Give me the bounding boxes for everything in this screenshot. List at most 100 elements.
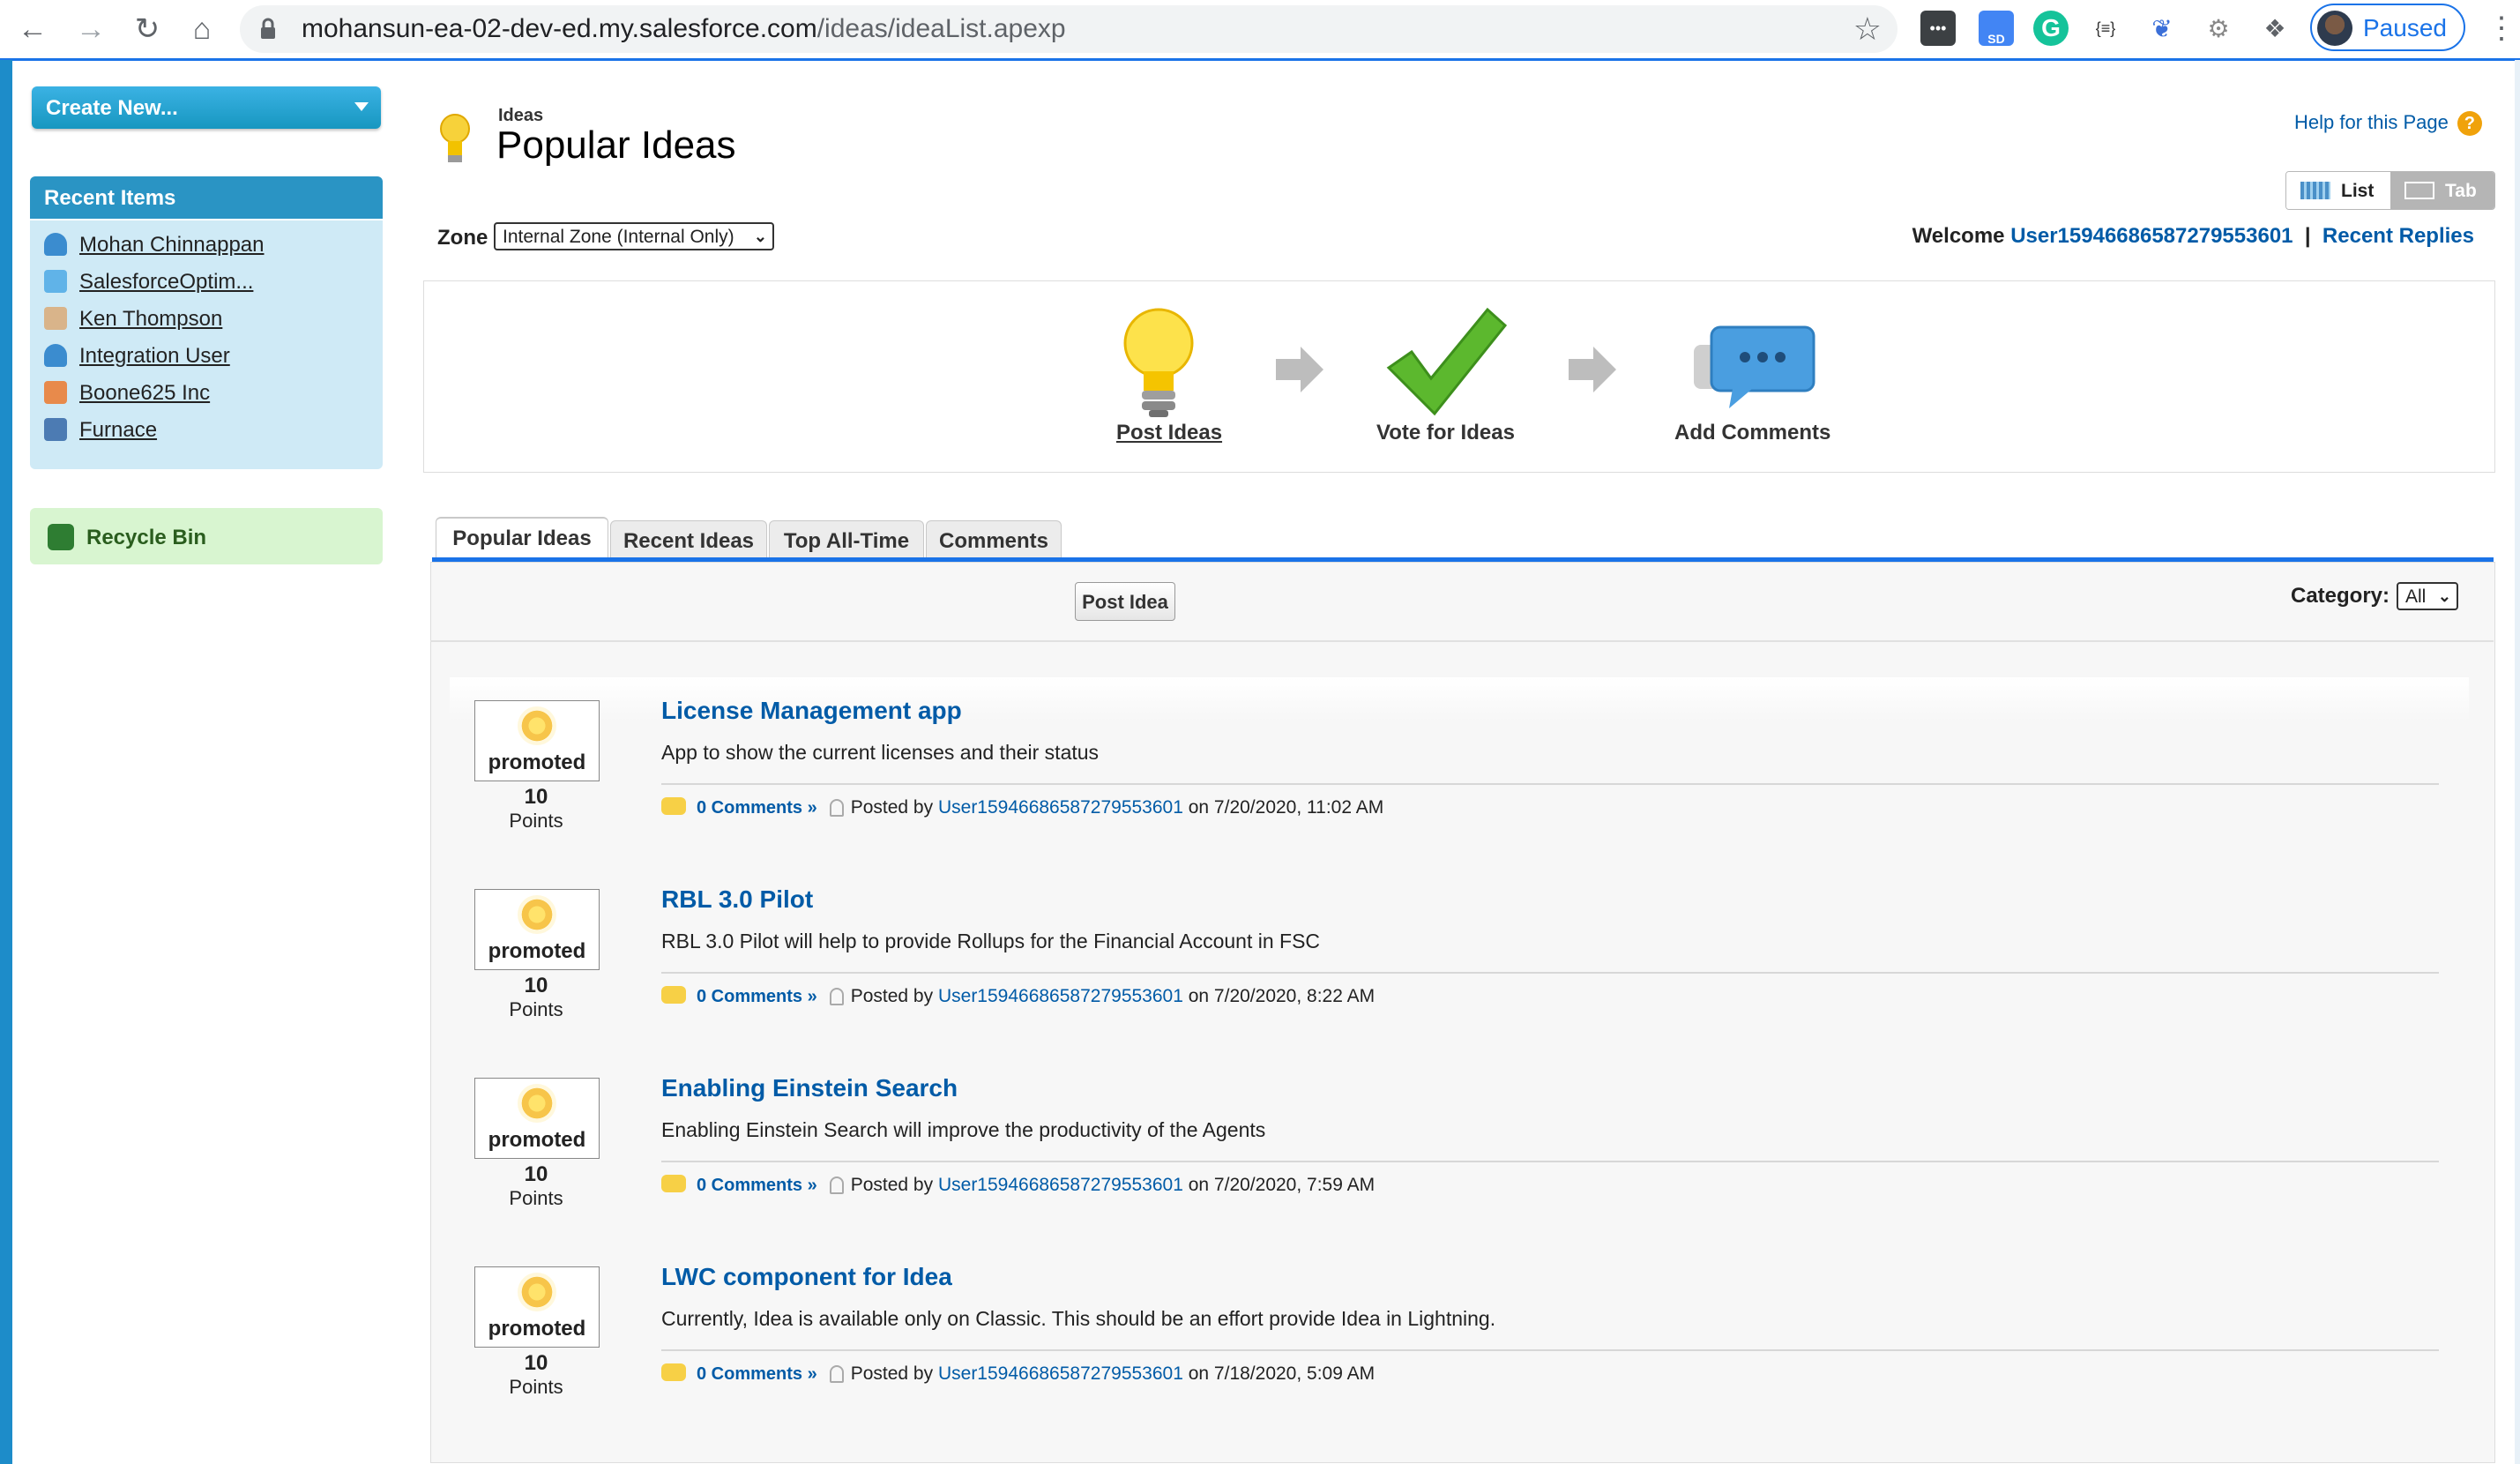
settings-gear-icon[interactable]: ⚙: [2201, 11, 2236, 46]
extension-terminal-icon[interactable]: •••: [1920, 11, 1956, 46]
speech-bubble-icon: [1694, 325, 1815, 408]
create-new-dropdown[interactable]: Create New...: [32, 86, 381, 129]
author-link[interactable]: User15946686587279553601: [938, 1175, 1183, 1195]
page-left-stripe: [0, 60, 12, 1464]
ideas-steps-banner: Post Ideas Vote for Ideas Add Comments: [423, 280, 2495, 473]
category-select[interactable]: All ⌄: [2397, 582, 2458, 610]
idea-meta: 0 Comments » Posted by User15946686587279…: [661, 986, 1375, 1007]
vote-for-ideas-label: Vote for Ideas: [1376, 421, 1515, 444]
lightbulb-icon: [518, 706, 556, 745]
user-icon: [44, 233, 67, 256]
profile-button[interactable]: Paused: [2310, 4, 2465, 51]
tab-recent-ideas[interactable]: Recent Ideas: [610, 520, 767, 557]
url-text: mohansun-ea-02-dev-ed.my.salesforce.com/…: [302, 14, 1066, 43]
contact-icon: [44, 307, 67, 330]
idea-item: promoted 10 Points License Management ap…: [450, 697, 2478, 877]
extension-sd-icon[interactable]: SD: [1979, 11, 2014, 46]
tab-popular-ideas[interactable]: Popular Ideas: [436, 517, 608, 557]
profile-status: Paused: [2363, 14, 2447, 41]
extensions-puzzle-icon[interactable]: ❖: [2257, 11, 2293, 46]
post-date: on 7/18/2020, 5:09 AM: [1188, 1363, 1376, 1384]
recent-item[interactable]: Mohan Chinnappan: [44, 233, 265, 265]
idea-title-link[interactable]: Enabling Einstein Search: [661, 1074, 958, 1102]
comments-link[interactable]: 0 Comments »: [697, 1364, 817, 1384]
comments-link[interactable]: 0 Comments »: [697, 987, 817, 1006]
recent-items-header: Recent Items: [30, 176, 383, 219]
recycle-bin-link[interactable]: Recycle Bin: [30, 508, 383, 564]
recent-item[interactable]: Ken Thompson: [44, 307, 222, 339]
idea-item: promoted 10 Points LWC component for Ide…: [450, 1263, 2478, 1443]
comments-link[interactable]: 0 Comments »: [697, 1176, 817, 1195]
author-link[interactable]: User15946686587279553601: [938, 986, 1183, 1006]
idea-meta: 0 Comments » Posted by User15946686587279…: [661, 797, 1383, 818]
page-top-border: [0, 58, 2520, 61]
idea-status: promoted: [488, 751, 586, 774]
recent-item[interactable]: Boone625 Inc: [44, 381, 210, 413]
arrow-right-icon: [1276, 347, 1323, 392]
vote-box[interactable]: promoted: [474, 889, 600, 970]
idea-meta: 0 Comments » Posted by User15946686587279…: [661, 1175, 1375, 1196]
author-link[interactable]: User15946686587279553601: [938, 797, 1183, 818]
category-label: Category:: [2291, 584, 2390, 608]
tab-view-button[interactable]: Tab: [2390, 172, 2494, 209]
help-link[interactable]: Help for this Page?: [2294, 111, 2482, 136]
points-label: Points: [509, 1376, 563, 1398]
idea-title-link[interactable]: License Management app: [661, 697, 962, 725]
add-comments-label: Add Comments: [1674, 421, 1831, 444]
lightbulb-icon: [1123, 308, 1194, 417]
idea-points: 10: [524, 1351, 548, 1375]
recent-item[interactable]: Integration User: [44, 344, 230, 376]
author-link[interactable]: User15946686587279553601: [938, 1363, 1183, 1384]
idea-points: 10: [524, 1162, 548, 1186]
idea-item: promoted 10 Points RBL 3.0 Pilot RBL 3.0…: [450, 885, 2478, 1065]
asset-icon: [44, 418, 67, 441]
arrow-right-icon: [1569, 347, 1616, 392]
tab-comments[interactable]: Comments: [926, 520, 1062, 557]
avatar: [2317, 11, 2352, 46]
post-idea-button[interactable]: Post Idea: [1075, 582, 1175, 621]
divider: [661, 972, 2439, 974]
idea-item: promoted 10 Points Enabling Einstein Sea…: [450, 1074, 2478, 1254]
feather-icon[interactable]: ❦: [2144, 11, 2180, 46]
back-icon[interactable]: ←: [12, 9, 53, 49]
idea-title-link[interactable]: RBL 3.0 Pilot: [661, 885, 813, 914]
comment-icon: [661, 986, 686, 1004]
person-icon: [829, 1365, 844, 1383]
recent-item[interactable]: SalesforceOptim...: [44, 270, 253, 302]
lock-icon: [261, 18, 275, 39]
home-icon[interactable]: ⌂: [182, 9, 222, 49]
divider: [430, 640, 2494, 642]
comment-icon: [661, 797, 686, 815]
welcome-user-link[interactable]: User15946686587279553601: [2010, 224, 2293, 248]
vote-box[interactable]: promoted: [474, 700, 600, 781]
post-ideas-link[interactable]: Post Ideas: [1116, 421, 1222, 445]
browser-menu-icon[interactable]: ⋮: [2486, 11, 2516, 46]
idea-points: 10: [524, 785, 548, 809]
address-bar[interactable]: mohansun-ea-02-dev-ed.my.salesforce.com/…: [240, 5, 1897, 53]
person-icon: [829, 1176, 844, 1194]
json-viewer-icon[interactable]: {≡}: [2088, 11, 2123, 46]
recent-replies-link[interactable]: Recent Replies: [2322, 224, 2474, 248]
chevron-down-icon: ⌄: [2437, 587, 2451, 605]
tab-view-icon: [2404, 182, 2434, 199]
page-right-border: [2515, 60, 2520, 1464]
divider: [661, 1349, 2439, 1351]
points-label: Points: [509, 810, 563, 832]
points-label: Points: [509, 1187, 563, 1209]
welcome-bar: Welcome User15946686587279553601 | Recen…: [1912, 224, 2474, 248]
list-view-icon: [2300, 182, 2330, 199]
recent-items-list: Mohan Chinnappan SalesforceOptim... Ken …: [30, 220, 383, 469]
grammarly-icon[interactable]: G: [2033, 11, 2069, 46]
vote-box[interactable]: promoted: [474, 1078, 600, 1159]
bookmark-star-icon[interactable]: ☆: [1853, 11, 1882, 48]
idea-title-link[interactable]: LWC component for Idea: [661, 1263, 952, 1291]
recent-item[interactable]: Furnace: [44, 418, 157, 450]
forward-icon[interactable]: →: [71, 9, 111, 49]
comments-link[interactable]: 0 Comments »: [697, 798, 817, 818]
cloud-icon: [44, 270, 67, 293]
tab-top-all-time[interactable]: Top All-Time: [769, 520, 924, 557]
reload-icon[interactable]: ↻: [127, 9, 168, 49]
list-view-button[interactable]: List: [2286, 172, 2390, 209]
vote-box[interactable]: promoted: [474, 1266, 600, 1348]
zone-select[interactable]: Internal Zone (Internal Only) ⌄: [494, 222, 774, 250]
